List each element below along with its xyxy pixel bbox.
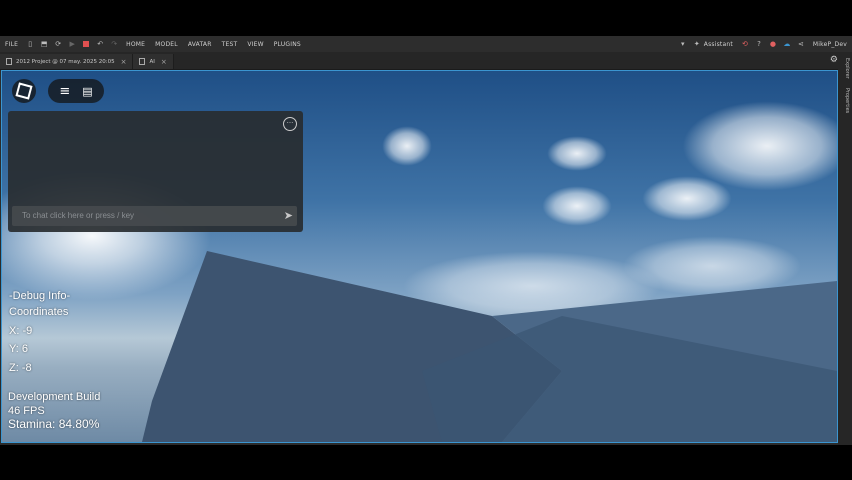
help-icon[interactable]: ?	[755, 40, 763, 48]
undo-icon[interactable]: ↶	[96, 40, 104, 48]
share-icon[interactable]: ⋖	[797, 40, 805, 48]
coord-z: Z: -8	[9, 362, 32, 374]
tab-ai-label: AI	[149, 58, 155, 65]
roblox-logo-icon	[15, 82, 33, 100]
build-label: Development Build	[8, 391, 101, 403]
file-menu[interactable]: FILE	[0, 41, 23, 48]
coord-y: Y: 6	[9, 343, 28, 355]
tab-ai[interactable]: AI ×	[133, 54, 174, 69]
chat-input[interactable]: To chat click here or press / key ➤	[12, 206, 297, 226]
hamburger-icon[interactable]: ≡	[59, 84, 70, 99]
chat-icon[interactable]: ▤	[82, 85, 92, 98]
side-panel-strip: Explorer Properties	[838, 52, 852, 445]
menu-model[interactable]: MODEL	[150, 41, 183, 48]
chevron-down-icon[interactable]: ▾	[679, 40, 687, 48]
game-viewport[interactable]: ≡ ▤ ··· To chat click here or press / ke…	[1, 70, 838, 443]
menu-view[interactable]: VIEW	[242, 41, 268, 48]
user-name[interactable]: MikeP_Dev	[808, 41, 852, 48]
studio-window: FILE ▯ ⬒ ⟳ ▶ ↶ ↷ HOME MODEL AVATAR TEST …	[0, 36, 852, 445]
coordinates-label: Coordinates	[9, 306, 69, 318]
new-file-icon[interactable]: ▯	[26, 40, 34, 48]
notification-icon[interactable]: ●	[769, 40, 777, 48]
menubar-right: ▾ ✦ Assistant ⟲ ? ● ☁ ⋖ MikeP_Dev	[676, 40, 852, 48]
open-icon[interactable]: ⬒	[40, 40, 48, 48]
refresh-icon[interactable]: ⟳	[54, 40, 62, 48]
document-tabs: 2012 Project @ 07 may. 2025 20:05 × AI ×…	[0, 52, 852, 70]
collaborate-icon[interactable]: ⟲	[741, 40, 749, 48]
fps-label: 46 FPS	[8, 405, 45, 417]
redo-icon[interactable]: ↷	[110, 40, 118, 48]
more-options-icon[interactable]: ···	[283, 117, 297, 131]
hamburger-chat-group: ≡ ▤	[48, 79, 104, 103]
menu-test[interactable]: TEST	[217, 41, 243, 48]
properties-tab[interactable]: Properties	[844, 88, 850, 113]
assistant-icon[interactable]: ✦	[693, 40, 701, 48]
cloud-icon[interactable]: ☁	[783, 40, 791, 48]
debug-title: -Debug Info-	[9, 290, 71, 302]
gear-icon[interactable]: ⚙	[830, 55, 838, 65]
close-icon[interactable]: ×	[121, 58, 127, 66]
tab-project-label: 2012 Project @ 07 may. 2025 20:05	[16, 58, 115, 65]
script-icon	[139, 58, 146, 65]
roblox-menu-button[interactable]	[12, 79, 36, 103]
menu-home[interactable]: HOME	[121, 41, 150, 48]
menu-bar: FILE ▯ ⬒ ⟳ ▶ ↶ ↷ HOME MODEL AVATAR TEST …	[0, 36, 852, 52]
document-icon	[6, 58, 12, 65]
stop-icon[interactable]	[82, 40, 90, 48]
close-icon[interactable]: ×	[161, 58, 167, 66]
assistant-button[interactable]: Assistant	[704, 41, 738, 48]
menu-avatar[interactable]: AVATAR	[183, 41, 217, 48]
play-icon[interactable]: ▶	[68, 40, 76, 48]
menu-plugins[interactable]: PLUGINS	[269, 41, 306, 48]
stamina-label: Stamina: 84.80%	[8, 417, 100, 431]
send-icon[interactable]: ➤	[284, 209, 293, 222]
coord-x: X: -9	[9, 325, 33, 337]
chat-placeholder: To chat click here or press / key	[22, 211, 135, 220]
explorer-tab[interactable]: Explorer	[844, 58, 850, 79]
tab-project[interactable]: 2012 Project @ 07 may. 2025 20:05 ×	[0, 54, 134, 69]
chat-window: ··· To chat click here or press / key ➤	[8, 111, 303, 232]
